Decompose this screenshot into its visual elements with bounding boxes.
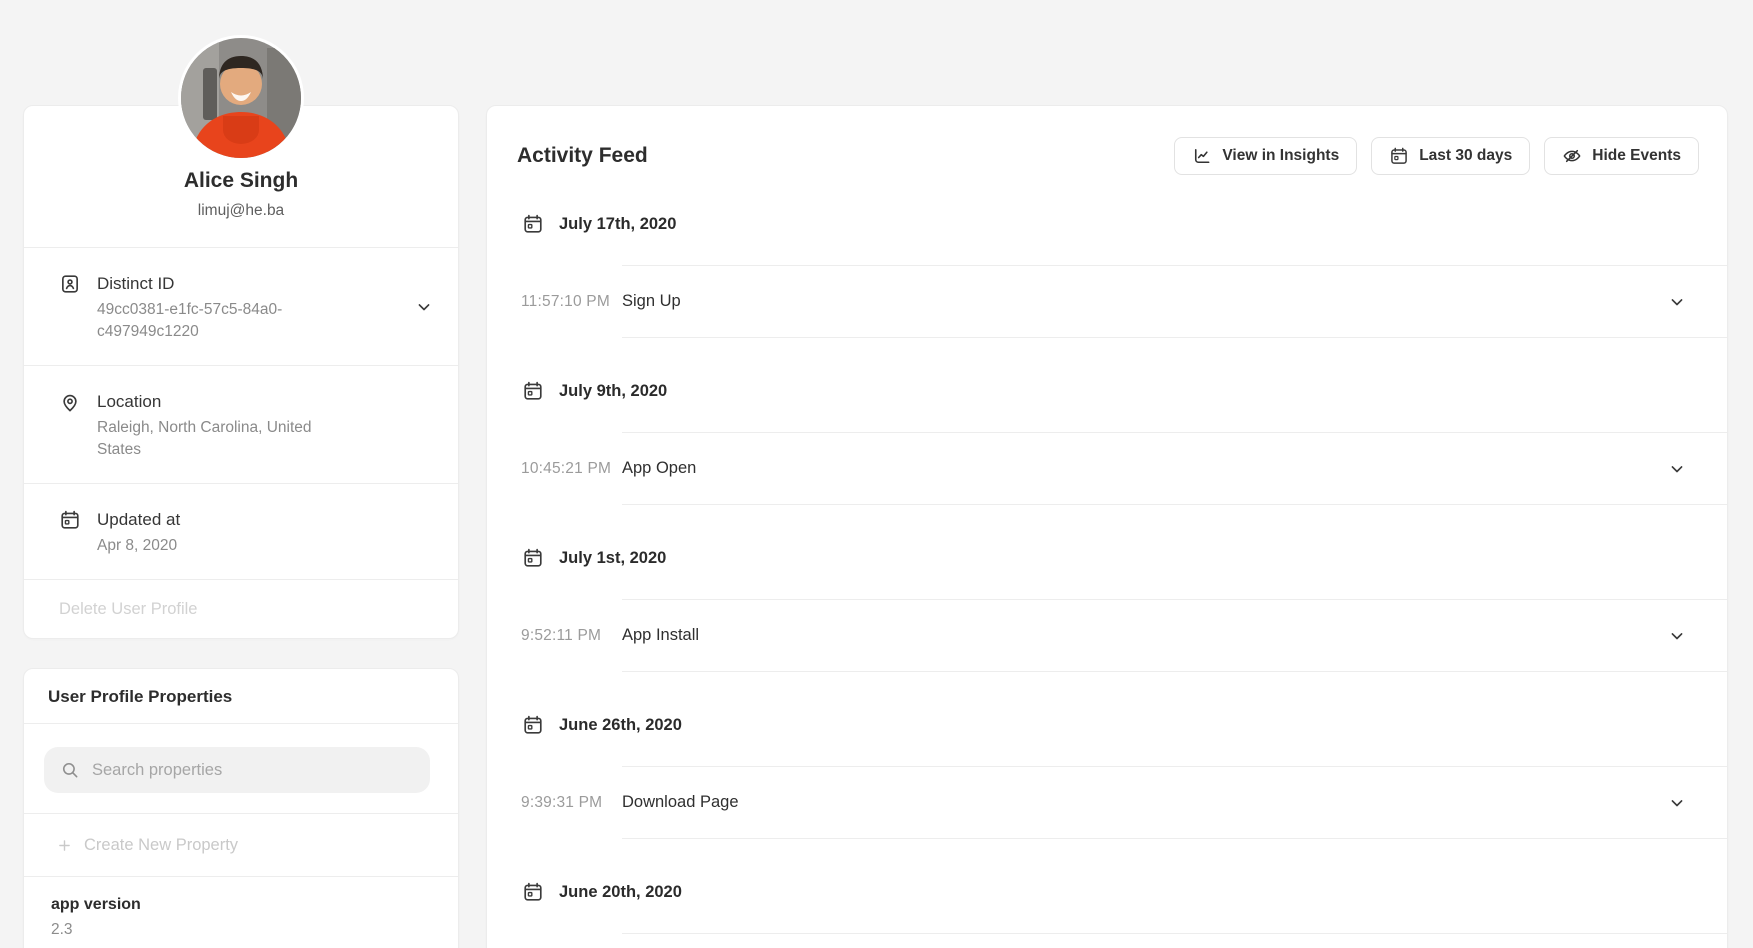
divider bbox=[622, 671, 1727, 672]
event-time: 9:39:31 PM bbox=[521, 794, 622, 812]
calendar-icon bbox=[522, 380, 544, 402]
divider bbox=[622, 838, 1727, 839]
chevron-down-icon[interactable] bbox=[414, 297, 434, 317]
field-value: 49cc0381-e1fc-57c5-84a0-c497949c1220 bbox=[97, 299, 342, 343]
event-name: Sign Up bbox=[622, 292, 1667, 311]
activity-feed-title: Activity Feed bbox=[517, 136, 648, 176]
field-distinct-id: Distinct ID 49cc0381-e1fc-57c5-84a0-c497… bbox=[24, 248, 458, 365]
field-text: Location Raleigh, North Carolina, United… bbox=[97, 390, 342, 461]
divider bbox=[622, 933, 1727, 934]
calendar-icon bbox=[522, 881, 544, 903]
last-30-days-button[interactable]: Last 30 days bbox=[1371, 137, 1530, 175]
button-label: View in Insights bbox=[1222, 147, 1339, 165]
feed-group: June 26th, 2020 9:39:31 PM Download Page bbox=[487, 714, 1727, 839]
plus-icon bbox=[56, 837, 73, 854]
date-header: June 20th, 2020 bbox=[487, 881, 1727, 903]
property-name: app version bbox=[51, 894, 434, 915]
profile-email: limuj@he.ba bbox=[44, 201, 438, 220]
event-time: 10:45:21 PM bbox=[521, 460, 622, 478]
properties-title: User Profile Properties bbox=[24, 669, 458, 723]
date-header: July 9th, 2020 bbox=[487, 380, 1727, 402]
location-pin-icon bbox=[59, 391, 81, 413]
create-new-property-label: Create New Property bbox=[84, 836, 238, 855]
calendar-icon bbox=[59, 509, 81, 531]
profile-card: Alice Singh limuj@he.ba Distinct ID 49cc… bbox=[23, 105, 459, 639]
user-profile-properties-card: User Profile Properties Create New Prope… bbox=[23, 668, 459, 948]
activity-feed-card: Activity Feed View in Insights Last 30 d… bbox=[486, 105, 1728, 948]
chevron-down-icon[interactable] bbox=[1667, 459, 1687, 479]
field-text: Distinct ID 49cc0381-e1fc-57c5-84a0-c497… bbox=[97, 272, 342, 343]
eye-off-icon bbox=[1562, 146, 1582, 166]
event-row[interactable]: 11:57:10 PM Sign Up bbox=[487, 266, 1727, 337]
date-label: July 17th, 2020 bbox=[559, 215, 676, 234]
view-in-insights-button[interactable]: View in Insights bbox=[1174, 137, 1357, 175]
create-new-property-button[interactable]: Create New Property bbox=[24, 814, 458, 876]
avatar-image bbox=[181, 38, 301, 158]
search-properties-input[interactable] bbox=[92, 761, 414, 780]
calendar-icon bbox=[522, 547, 544, 569]
date-label: July 9th, 2020 bbox=[559, 382, 667, 401]
field-updated-at: Updated at Apr 8, 2020 bbox=[24, 484, 458, 579]
chevron-down-icon[interactable] bbox=[1667, 793, 1687, 813]
hide-events-button[interactable]: Hide Events bbox=[1544, 137, 1699, 175]
feed-group: July 17th, 2020 11:57:10 PM Sign Up bbox=[487, 213, 1727, 338]
date-header: July 1st, 2020 bbox=[487, 547, 1727, 569]
search-pill bbox=[44, 747, 430, 793]
search-area bbox=[24, 724, 458, 813]
event-time: 11:57:10 PM bbox=[521, 293, 622, 311]
date-label: June 20th, 2020 bbox=[559, 883, 682, 902]
date-label: July 1st, 2020 bbox=[559, 549, 666, 568]
date-header: July 17th, 2020 bbox=[487, 213, 1727, 235]
profile-name: Alice Singh bbox=[44, 170, 438, 192]
delete-user-profile-button[interactable]: Delete User Profile bbox=[24, 580, 458, 638]
sidebar: Alice Singh limuj@he.ba Distinct ID 49cc… bbox=[23, 105, 459, 948]
property-row: app version 2.3 bbox=[24, 877, 458, 948]
feed-group: July 9th, 2020 10:45:21 PM App Open bbox=[487, 380, 1727, 505]
property-value: 2.3 bbox=[51, 920, 434, 940]
field-value: Raleigh, North Carolina, United States bbox=[97, 417, 342, 461]
field-label: Distinct ID bbox=[97, 272, 342, 296]
button-label: Last 30 days bbox=[1419, 147, 1512, 165]
page: Alice Singh limuj@he.ba Distinct ID 49cc… bbox=[0, 0, 1753, 948]
feed-group: June 20th, 2020 bbox=[487, 881, 1727, 934]
calendar-icon bbox=[522, 213, 544, 235]
event-row[interactable]: 10:45:21 PM App Open bbox=[487, 433, 1727, 504]
feed-group: July 1st, 2020 9:52:11 PM App Install bbox=[487, 547, 1727, 672]
search-icon bbox=[60, 760, 80, 780]
id-badge-icon bbox=[59, 273, 81, 295]
divider bbox=[622, 337, 1727, 338]
chevron-down-icon[interactable] bbox=[1667, 626, 1687, 646]
event-name: App Install bbox=[622, 626, 1667, 645]
insights-chart-icon bbox=[1192, 146, 1212, 166]
field-location: Location Raleigh, North Carolina, United… bbox=[24, 366, 458, 483]
calendar-icon bbox=[1389, 146, 1409, 166]
date-label: June 26th, 2020 bbox=[559, 716, 682, 735]
calendar-icon bbox=[522, 714, 544, 736]
field-text: Updated at Apr 8, 2020 bbox=[97, 508, 180, 557]
field-label: Updated at bbox=[97, 508, 180, 532]
event-row[interactable]: 9:52:11 PM App Install bbox=[487, 600, 1727, 671]
activity-feed-header: Activity Feed View in Insights Last 30 d… bbox=[487, 106, 1727, 176]
date-header: June 26th, 2020 bbox=[487, 714, 1727, 736]
feed-actions: View in Insights Last 30 days Hide Event… bbox=[1174, 137, 1699, 175]
event-name: App Open bbox=[622, 459, 1667, 478]
feed-groups: July 17th, 2020 11:57:10 PM Sign Up July… bbox=[487, 213, 1727, 934]
chevron-down-icon[interactable] bbox=[1667, 292, 1687, 312]
event-name: Download Page bbox=[622, 793, 1667, 812]
field-label: Location bbox=[97, 390, 342, 414]
field-value: Apr 8, 2020 bbox=[97, 535, 180, 557]
event-row[interactable]: 9:39:31 PM Download Page bbox=[487, 767, 1727, 838]
event-time: 9:52:11 PM bbox=[521, 627, 622, 645]
button-label: Hide Events bbox=[1592, 147, 1681, 165]
divider bbox=[622, 504, 1727, 505]
avatar bbox=[181, 38, 301, 158]
